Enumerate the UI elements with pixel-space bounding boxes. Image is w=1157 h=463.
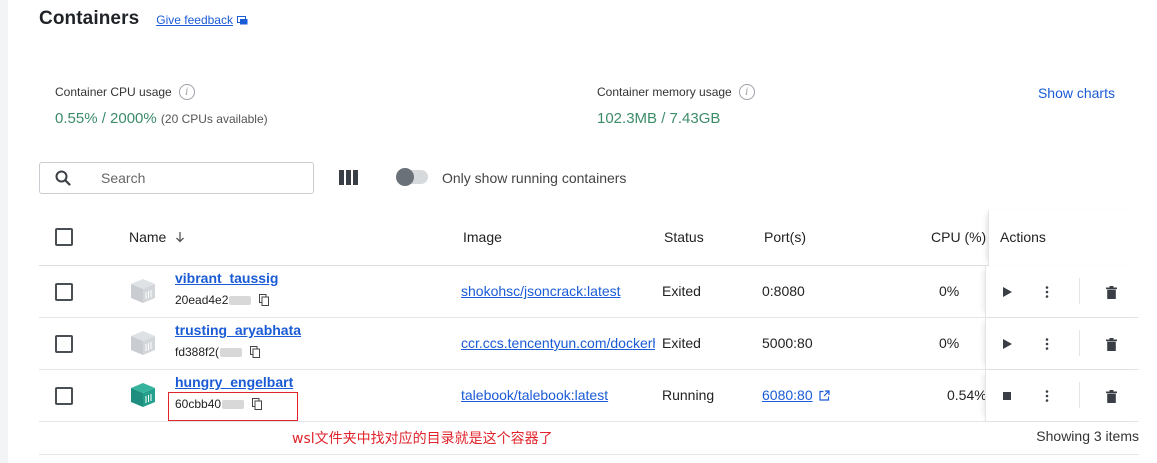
copy-icon[interactable] — [250, 346, 261, 358]
container-name-link[interactable]: vibrant_taussig — [175, 270, 278, 286]
start-button[interactable] — [998, 335, 1016, 353]
container-id: 20ead4e2 — [175, 293, 270, 307]
sort-arrow-down-icon — [176, 232, 185, 243]
more-options-button[interactable] — [1038, 283, 1056, 301]
image-link[interactable]: shokohsc/jsoncrack:latest — [461, 283, 655, 299]
stop-button[interactable] — [998, 387, 1016, 405]
trash-icon — [1105, 337, 1117, 351]
column-header-status[interactable]: Status — [664, 229, 704, 245]
table-header: Name Image Status Port(s) CPU (%) Action… — [39, 210, 1139, 266]
table-row[interactable]: vibrant_taussig 20ead4e2 shokohsc/jsoncr… — [39, 266, 1139, 318]
row-actions — [985, 266, 1139, 317]
more-options-button[interactable] — [1038, 335, 1056, 353]
port-cell: 6080:80 — [762, 387, 830, 403]
page-header: Containers Give feedback — [39, 8, 248, 30]
copy-icon[interactable] — [259, 294, 270, 306]
kebab-menu-icon — [1045, 286, 1049, 298]
memory-usage-label: Container memory usage — [597, 85, 732, 99]
columns-toggle-icon[interactable] — [339, 170, 358, 185]
cpu-available: (20 CPUs available) — [160, 112, 268, 126]
trash-icon — [1105, 285, 1117, 299]
search-icon — [55, 170, 71, 186]
kebab-menu-icon — [1045, 390, 1049, 402]
select-all-checkbox[interactable] — [55, 228, 73, 246]
cpu-text: 0.54% — [947, 387, 987, 403]
port-link[interactable]: 6080:80 — [762, 387, 830, 403]
port-text: 0:8080 — [762, 283, 805, 299]
items-count: Showing 3 items — [1036, 428, 1139, 444]
delete-button[interactable] — [1102, 283, 1120, 301]
table-row[interactable]: trusting_aryabhata fd388f2( ccr.ccs.tenc… — [39, 318, 1139, 370]
column-header-actions: Actions — [988, 210, 1139, 266]
column-header-cpu[interactable]: CPU (%) — [931, 229, 986, 245]
more-options-button[interactable] — [1038, 387, 1056, 405]
stop-icon — [1003, 392, 1011, 400]
row-actions — [985, 318, 1139, 369]
column-header-ports[interactable]: Port(s) — [764, 229, 806, 245]
container-name-link[interactable]: hungry_engelbart — [175, 374, 293, 390]
page-title: Containers — [39, 8, 140, 29]
running-only-toggle[interactable] — [396, 168, 428, 186]
image-link[interactable]: ccr.ccs.tencentyun.com/dockerhub/ — [461, 335, 655, 351]
cpu-text: 0% — [939, 335, 960, 351]
play-icon — [1002, 339, 1012, 349]
kebab-menu-icon — [1045, 338, 1049, 350]
cpu-text: 0% — [939, 283, 960, 299]
container-id: fd388f2( — [175, 345, 261, 359]
search-input[interactable] — [101, 170, 281, 186]
search-box[interactable] — [39, 162, 314, 194]
running-only-label: Only show running containers — [442, 170, 627, 186]
row-checkbox[interactable] — [55, 387, 73, 405]
cpu-usage-stat: Container CPU usage i 0.55% / 2000% (20 … — [55, 84, 268, 127]
row-checkbox[interactable] — [55, 283, 73, 301]
play-icon — [1002, 287, 1012, 297]
give-feedback-label: Give feedback — [156, 13, 233, 27]
memory-usage-value: 102.3MB / 7.43GB — [597, 110, 721, 127]
memory-usage-stat: Container memory usage i 102.3MB / 7.43G… — [597, 84, 755, 127]
container-name-link[interactable]: trusting_aryabhata — [175, 322, 301, 338]
left-sidebar-strip — [0, 0, 8, 463]
cpu-usage-label: Container CPU usage — [55, 85, 172, 99]
external-link-icon — [819, 389, 830, 401]
annotation-note: wsl文件夹中找对应的目录就是这个容器了 — [292, 431, 553, 447]
status-text: Exited — [662, 335, 701, 351]
container-stopped-icon — [131, 279, 155, 303]
cpu-usage-value: 0.55% / 2000% — [55, 110, 157, 127]
give-feedback-link[interactable]: Give feedback — [156, 13, 248, 27]
feedback-icon — [236, 15, 248, 24]
column-header-name[interactable]: Name — [129, 229, 185, 245]
start-button[interactable] — [998, 283, 1016, 301]
port-text: 5000:80 — [762, 335, 813, 351]
annotation-highlight-box — [168, 392, 298, 421]
trash-icon — [1105, 389, 1117, 403]
status-text: Exited — [662, 283, 701, 299]
table-bottom-divider — [39, 454, 1139, 455]
column-header-image[interactable]: Image — [463, 229, 502, 245]
row-checkbox[interactable] — [55, 335, 73, 353]
container-running-icon — [131, 383, 155, 407]
delete-button[interactable] — [1102, 335, 1120, 353]
info-icon[interactable]: i — [178, 84, 195, 100]
container-stopped-icon — [131, 331, 155, 355]
show-charts-button[interactable]: Show charts — [1038, 85, 1115, 101]
row-actions — [985, 370, 1139, 421]
delete-button[interactable] — [1102, 387, 1120, 405]
info-icon[interactable]: i — [738, 84, 755, 100]
status-text: Running — [662, 387, 715, 403]
image-link[interactable]: talebook/talebook:latest — [461, 387, 655, 403]
